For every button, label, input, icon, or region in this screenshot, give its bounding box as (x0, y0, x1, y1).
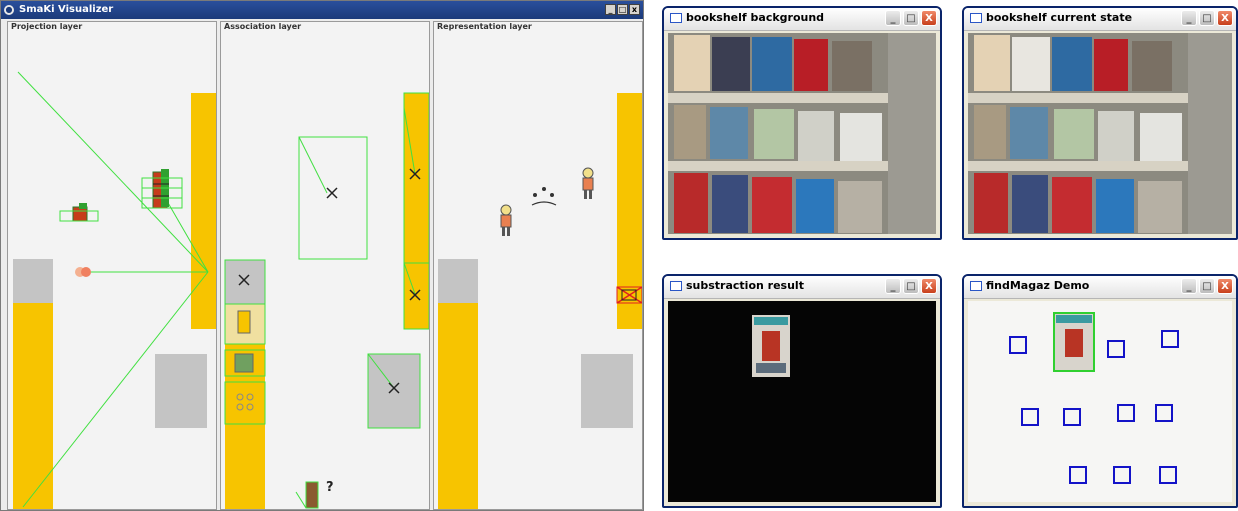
cross-marker (326, 187, 338, 199)
projection-layer-panel: Projection layer (7, 21, 217, 510)
window-title: findMagaz Demo (986, 279, 1090, 292)
gray-block (13, 259, 53, 303)
window-app-icon (670, 13, 682, 23)
gray-block (581, 354, 633, 428)
difference-image (668, 301, 936, 502)
gray-block (368, 354, 420, 428)
window-app-icon (670, 281, 682, 291)
visualizer-window: ● SmaKi Visualizer _ □ x Projection laye… (0, 0, 644, 511)
detected-magazine (1053, 312, 1095, 372)
door-unknown-icon (295, 481, 319, 509)
window-titlebar[interactable]: substraction result _ □ X (664, 276, 940, 299)
minimize-button[interactable]: _ (885, 10, 901, 26)
window-app-icon (970, 281, 982, 291)
crossed-out-marker (616, 286, 642, 304)
person-icon (582, 167, 594, 199)
maximize-button[interactable]: □ (1199, 10, 1215, 26)
close-button[interactable]: X (1217, 278, 1233, 294)
representation-canvas (438, 93, 642, 509)
window-title: substraction result (686, 279, 804, 292)
maximize-button[interactable]: □ (617, 4, 628, 15)
projection-canvas (13, 71, 216, 509)
person-icon (500, 204, 512, 236)
camera-image (968, 301, 1232, 502)
person-position-marker (75, 267, 91, 277)
association-layer-panel: Association layer ? (220, 21, 430, 510)
detection-demo-image (968, 301, 1232, 502)
minimize-button[interactable]: _ (885, 278, 901, 294)
minimize-button[interactable]: _ (1181, 10, 1197, 26)
maximize-button[interactable]: □ (1199, 278, 1215, 294)
java-app-icon: ● (4, 5, 14, 15)
shelf-bar (438, 303, 478, 509)
panel-label: Association layer (224, 22, 302, 31)
close-button[interactable]: X (1217, 10, 1233, 26)
association-box (298, 136, 368, 260)
window-titlebar[interactable]: bookshelf current state _ □ X (964, 8, 1236, 31)
panel-label: Representation layer (437, 22, 532, 31)
visualizer-titlebar[interactable]: ● SmaKi Visualizer _ □ x (1, 1, 643, 19)
window-titlebar[interactable]: bookshelf background _ □ X (664, 8, 940, 31)
shelf-bar (13, 303, 53, 509)
gray-block (155, 354, 207, 428)
bookshelf-photo (668, 33, 936, 234)
maximize-button[interactable]: □ (903, 10, 919, 26)
window-title: bookshelf background (686, 11, 825, 24)
shelf-bar (191, 93, 216, 329)
minimize-button[interactable]: _ (1181, 278, 1197, 294)
door-icon (237, 310, 251, 334)
representation-layer-panel: Representation layer (433, 21, 643, 510)
magazine-cube-icon (72, 203, 88, 222)
window-app-icon (970, 13, 982, 23)
camera-image (668, 33, 936, 234)
detected-magazine (752, 315, 790, 377)
findmagaz-demo-window: findMagaz Demo _ □ X (962, 274, 1238, 508)
substraction-result-window: substraction result _ □ X (662, 274, 942, 508)
group-icon (531, 187, 557, 206)
association-canvas (224, 92, 429, 509)
camera-image (968, 33, 1232, 234)
close-button[interactable]: X (921, 10, 937, 26)
unknown-marker: ? (326, 480, 334, 495)
window-title: SmaKi Visualizer (19, 4, 114, 15)
window-titlebar[interactable]: findMagaz Demo _ □ X (964, 276, 1236, 299)
panel-label: Projection layer (11, 22, 83, 31)
maximize-button[interactable]: □ (903, 278, 919, 294)
gray-block (438, 259, 478, 303)
bookshelf-photo (968, 33, 1232, 234)
bookshelf-current-state-window: bookshelf current state _ □ X (962, 6, 1238, 240)
close-button[interactable]: X (921, 278, 937, 294)
poster-icon (234, 353, 254, 373)
window-title: bookshelf current state (986, 11, 1133, 24)
close-button[interactable]: x (629, 4, 640, 15)
minimize-button[interactable]: _ (605, 4, 616, 15)
camera-image (668, 301, 936, 502)
bookshelf-background-window: bookshelf background _ □ X (662, 6, 942, 240)
